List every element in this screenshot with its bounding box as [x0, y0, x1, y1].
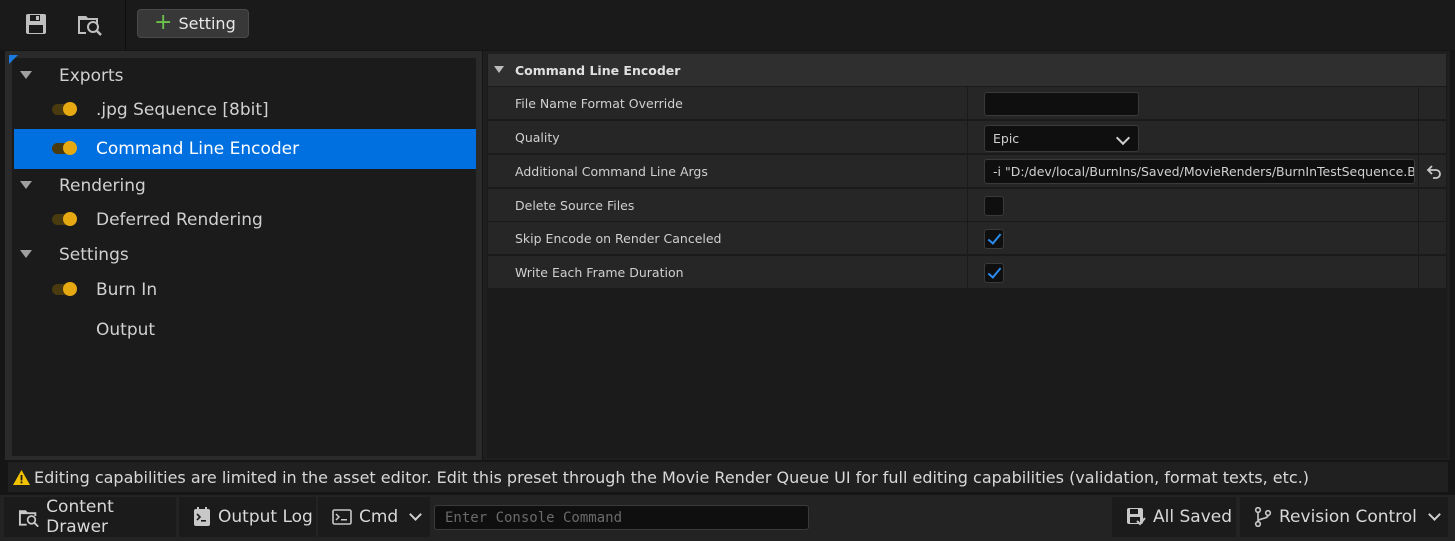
warning-bar: Editing capabilities are limited in the … [8, 462, 1448, 492]
item-label: Deferred Rendering [96, 209, 263, 230]
property-row-file-name-format-override: File Name Format Override [488, 86, 1446, 119]
property-row-delete-source-files: Delete Source Files [488, 188, 1446, 221]
item-label: Burn In [96, 279, 158, 300]
category-label: Settings [59, 244, 129, 265]
console-command-input[interactable] [434, 505, 809, 530]
browse-folder-icon[interactable] [73, 8, 107, 40]
quality-dropdown[interactable]: Epic [984, 125, 1139, 152]
branch-icon [1254, 507, 1272, 527]
item-label: .jpg Sequence [8bit] [96, 99, 269, 120]
tree-item-burn-in[interactable]: Burn In [14, 272, 476, 307]
write-frame-duration-checkbox[interactable] [984, 263, 1004, 283]
expand-arrow-icon[interactable] [20, 71, 32, 79]
warning-text: Editing capabilities are limited in the … [34, 467, 1310, 487]
terminal-icon [332, 509, 352, 525]
property-row-quality: Quality Epic [488, 120, 1446, 153]
property-label: Delete Source Files [515, 198, 635, 213]
collapse-arrow-icon[interactable] [494, 66, 504, 73]
reset-to-default-icon[interactable] [1426, 163, 1442, 179]
tree-item-command-line-encoder[interactable]: Command Line Encoder [14, 129, 476, 169]
expand-arrow-icon[interactable] [20, 250, 32, 258]
revision-control-dropdown[interactable]: Revision Control [1240, 497, 1448, 537]
save-status-icon [1127, 508, 1146, 526]
save-icon[interactable] [19, 8, 53, 40]
output-log-icon [194, 507, 210, 526]
tree-category-exports[interactable]: Exports [14, 58, 476, 93]
item-label: Output [96, 319, 156, 340]
skip-encode-checkbox[interactable] [984, 229, 1004, 249]
plus-icon: + [154, 9, 173, 35]
tree-item-output[interactable]: Output [14, 312, 476, 347]
property-row-write-frame-duration: Write Each Frame Duration [488, 255, 1446, 288]
tree-item-jpg-sequence[interactable]: .jpg Sequence [8bit] [14, 92, 476, 127]
warning-icon [13, 469, 30, 485]
chevron-down-icon [1115, 130, 1131, 146]
status-bar: Content Drawer Output Log Cmd All Saved … [0, 495, 1455, 541]
output-log-button[interactable]: Output Log [179, 497, 316, 537]
add-setting-button[interactable]: + Setting [137, 9, 249, 38]
property-label: Skip Encode on Render Canceled [515, 231, 722, 246]
chevron-down-icon [409, 508, 423, 521]
revision-control-label: Revision Control [1279, 507, 1417, 527]
enable-toggle-icon[interactable] [52, 102, 78, 116]
enable-toggle-icon[interactable] [52, 212, 78, 226]
enable-toggle-icon[interactable] [52, 141, 78, 155]
checkmark-icon [987, 264, 1002, 279]
all-saved-label: All Saved [1153, 507, 1232, 527]
expand-arrow-icon[interactable] [20, 181, 32, 189]
enable-toggle-icon[interactable] [52, 282, 78, 296]
quality-value: Epic [993, 131, 1020, 146]
category-label: Exports [59, 65, 124, 86]
category-label: Rendering [59, 175, 146, 196]
tree-category-settings[interactable]: Settings [14, 237, 476, 272]
cmd-dropdown[interactable]: Cmd [318, 497, 430, 537]
content-drawer-label: Content Drawer [46, 497, 114, 537]
property-row-skip-encode: Skip Encode on Render Canceled [488, 221, 1446, 254]
content-drawer-icon [18, 510, 39, 527]
property-label: Write Each Frame Duration [515, 265, 684, 280]
output-log-label: Output Log [218, 507, 313, 527]
tree-item-deferred-rendering[interactable]: Deferred Rendering [14, 202, 476, 237]
checkmark-icon [987, 230, 1002, 245]
delete-source-files-checkbox[interactable] [984, 196, 1004, 216]
add-setting-label: Setting [178, 14, 236, 33]
file-name-format-input[interactable] [984, 92, 1139, 116]
property-label: Additional Command Line Args [515, 164, 708, 179]
cmd-label: Cmd [359, 507, 399, 527]
toolbar-divider [125, 0, 126, 50]
toolbar: + Setting [0, 0, 1455, 50]
details-section-header[interactable]: Command Line Encoder [488, 54, 1446, 86]
tree-category-rendering[interactable]: Rendering [14, 168, 476, 203]
chevron-down-icon [1428, 508, 1441, 521]
property-row-additional-args: Additional Command Line Args -i "D:/dev/… [488, 154, 1446, 187]
content-drawer-button[interactable]: Content Drawer [4, 497, 176, 537]
property-label: File Name Format Override [515, 96, 683, 111]
command-line-args-input[interactable]: -i "D:/dev/local/BurnIns/Saved/MovieRend… [984, 159, 1415, 184]
property-label: Quality [515, 130, 560, 145]
all-saved-button[interactable]: All Saved [1112, 497, 1236, 537]
section-title: Command Line Encoder [515, 62, 681, 78]
item-label: Command Line Encoder [96, 139, 300, 159]
